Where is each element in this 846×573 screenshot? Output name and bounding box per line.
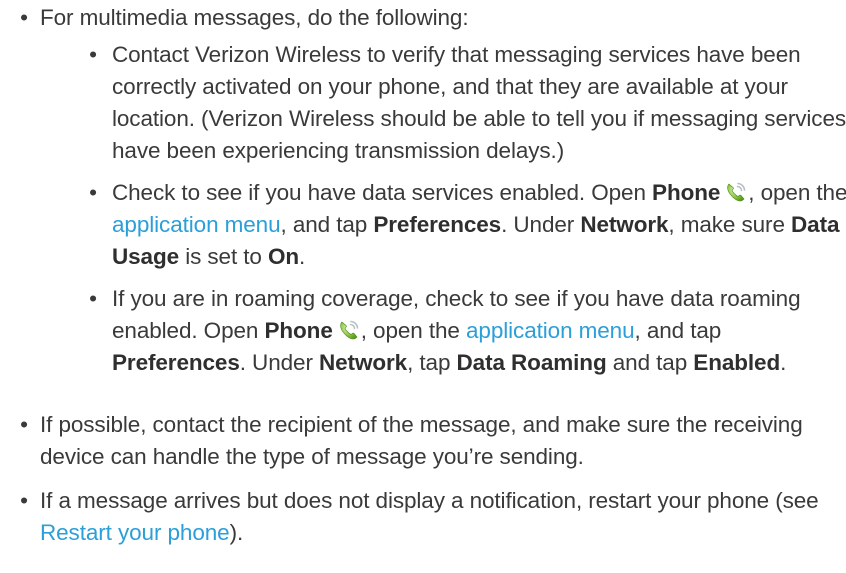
text: and tap [606, 350, 694, 375]
bullet: • [20, 5, 28, 30]
bullet: • [20, 412, 28, 437]
application-menu-link[interactable]: application menu [466, 318, 635, 343]
application-menu-link[interactable]: application menu [112, 212, 281, 237]
list-item-data-services: • Check to see if you have data services… [77, 177, 846, 273]
list-item-data-roaming: • If you are in roaming coverage, check … [77, 283, 846, 379]
network-label: Network [319, 350, 408, 375]
bullet: • [89, 42, 97, 67]
phone-app-name: Phone [264, 318, 333, 343]
text: , tap [407, 350, 457, 375]
text: , and tap [280, 212, 374, 237]
phone-icon [724, 180, 748, 204]
network-label: Network [580, 212, 669, 237]
preferences-label: Preferences [373, 212, 502, 237]
text: . [299, 244, 306, 269]
contact-recipient-text: If possible, contact the recipient of th… [40, 412, 803, 469]
text: , and tap [634, 318, 722, 343]
bullet: • [89, 286, 97, 311]
bullet: • [20, 488, 28, 513]
troubleshooting-list: • For multimedia messages, do the follow… [0, 0, 846, 549]
text: . Under [239, 350, 319, 375]
phone-app-name: Phone [652, 180, 721, 205]
restart-phone-link[interactable]: Restart your phone [40, 520, 230, 545]
list-item-notification: • If a message arrives but does not disp… [0, 485, 830, 549]
multimedia-intro-text: For multimedia messages, do the followin… [40, 5, 469, 30]
verify-activation-text: Contact Verizon Wireless to verify that … [112, 42, 846, 163]
text: , open the [748, 180, 846, 205]
text: , open the [360, 318, 466, 343]
enabled-label: Enabled [693, 350, 781, 375]
list-item-multimedia: • For multimedia messages, do the follow… [0, 2, 846, 379]
text: ). [229, 520, 244, 545]
data-roaming-label: Data Roaming [456, 350, 607, 375]
text: Check to see if you have data services e… [112, 180, 653, 205]
text: . [780, 350, 787, 375]
bullet: • [89, 180, 97, 205]
text: . Under [501, 212, 581, 237]
multimedia-sub-list: • Contact Verizon Wireless to verify tha… [77, 39, 846, 379]
text: If a message arrives but does not displa… [40, 488, 819, 513]
preferences-label: Preferences [112, 350, 240, 375]
help-page: • For multimedia messages, do the follow… [0, 0, 846, 573]
on-label: On [267, 244, 300, 269]
text: , make sure [668, 212, 792, 237]
text: is set to [179, 244, 268, 269]
list-item-verify-activation: • Contact Verizon Wireless to verify tha… [77, 39, 846, 167]
phone-icon [337, 318, 361, 342]
list-item-contact-recipient: • If possible, contact the recipient of … [0, 409, 830, 473]
